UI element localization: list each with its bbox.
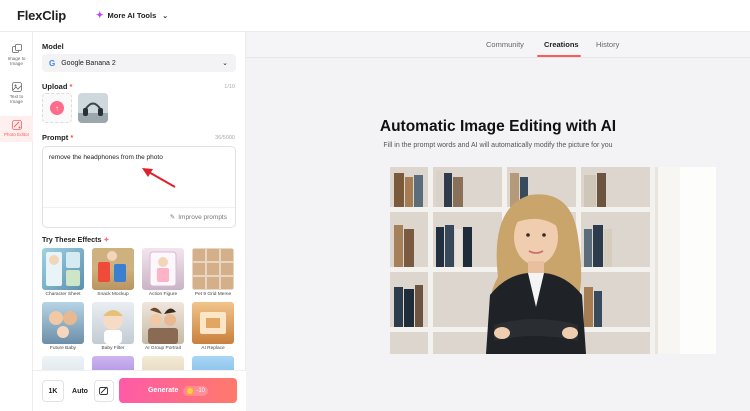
settings-panel: Model G Google Banana 2 ⌄ Upload * 1/10 … <box>33 32 246 411</box>
text-to-image-icon <box>11 82 22 92</box>
effect-image <box>42 302 84 344</box>
generate-button[interactable]: Generate -10 <box>119 378 237 403</box>
example-image <box>390 167 716 354</box>
prompt-textarea[interactable]: remove the headphones from the photo ✎ I… <box>42 146 236 228</box>
effect-card[interactable]: Pet 9 Grid Meme <box>192 248 234 297</box>
page-subtitle: Fill in the prompt words and AI will aut… <box>383 142 613 149</box>
rail-item-label-2: Image <box>10 61 23 67</box>
effect-card[interactable]: Snack Mockup <box>92 248 134 297</box>
tab-bar: Community Creations History <box>246 32 750 58</box>
improve-prompts-label: Improve prompts <box>178 213 227 221</box>
rail-item-photo-editor[interactable]: Photo Editor <box>0 116 33 142</box>
effect-image <box>92 302 134 344</box>
effect-image <box>92 248 134 290</box>
page-title: Automatic Image Editing with AI <box>379 118 617 135</box>
tab-history[interactable]: History <box>596 40 619 49</box>
woman-in-office-image <box>390 167 716 354</box>
flexclip-logo[interactable]: FlexClip <box>17 8 66 23</box>
magic-wand-icon: ✎ <box>169 214 176 221</box>
upload-label: Upload * <box>42 82 73 91</box>
effect-caption: AI Replace <box>201 346 225 351</box>
tab-creations[interactable]: Creations <box>544 40 579 49</box>
prompt-divider <box>43 207 235 208</box>
sparkle-icon: ✦ <box>95 10 104 20</box>
prompt-label: Prompt * <box>42 133 74 142</box>
effect-caption: Baby Filter <box>101 346 125 351</box>
more-ai-tools-label: More AI Tools <box>107 11 157 20</box>
effect-image <box>192 302 234 344</box>
more-ai-tools-menu[interactable]: ✦ More AI Tools ⌄ <box>96 10 168 21</box>
effect-card[interactable]: AI Group Portrait <box>142 302 184 351</box>
rail-item-image-to-image[interactable]: Image to Image <box>0 44 33 74</box>
ratio-button[interactable]: Auto <box>68 380 92 402</box>
effect-caption: Pet 9 Grid Meme <box>194 292 232 297</box>
credit-value: -10 <box>196 387 206 394</box>
effect-card[interactable]: Action Figure <box>142 248 184 297</box>
effect-caption: Future Baby <box>49 346 77 351</box>
active-tab-indicator <box>537 55 581 57</box>
sparkle-icon: ✦ <box>103 237 110 244</box>
upload-arrow-icon: ↑ <box>50 101 64 115</box>
tool-rail: Image to Image Text to Image Photo Edito… <box>0 32 33 411</box>
uploaded-image-thumbnail[interactable] <box>78 93 108 123</box>
chevron-down-icon: ⌄ <box>162 12 169 20</box>
google-icon: G <box>49 58 56 68</box>
effect-image <box>142 248 184 290</box>
generate-label: Generate <box>147 387 179 394</box>
effect-card[interactable]: Baby Filter <box>92 302 134 351</box>
upload-counter: 1/10 <box>224 84 235 90</box>
effect-caption: Snack Mockup <box>97 292 129 297</box>
resolution-button[interactable]: 1K <box>42 380 64 402</box>
model-select-value: Google Banana 2 <box>61 59 116 67</box>
image-settings-button[interactable] <box>94 380 114 402</box>
effect-card[interactable]: Character Sheet <box>42 248 84 297</box>
model-select[interactable]: G Google Banana 2 ⌄ <box>42 54 236 72</box>
tab-community[interactable]: Community <box>486 40 524 49</box>
rail-item-label: Photo Editor <box>3 132 30 137</box>
top-bar: FlexClip ✦ More AI Tools ⌄ <box>0 0 750 32</box>
upload-button[interactable]: ↑ <box>42 93 72 123</box>
effect-image <box>42 248 84 290</box>
main-area: Community Creations History Automatic Im… <box>246 32 750 411</box>
chevron-down-icon: ⌄ <box>222 60 228 67</box>
effects-title: Try These Effects ✦ <box>42 235 110 244</box>
effect-card[interactable]: Future Baby <box>42 302 84 351</box>
coin-icon <box>186 386 195 395</box>
effect-caption: AI Group Portrait <box>145 346 181 351</box>
generate-bar: 1K Auto Generate -10 <box>33 370 246 411</box>
rail-item-label-2: Image <box>10 99 23 105</box>
credit-cost: -10 <box>183 385 209 396</box>
effect-caption: Character Sheet <box>45 292 81 297</box>
effect-image <box>142 302 184 344</box>
headphones-image <box>78 93 108 123</box>
effect-card[interactable]: AI Replace <box>192 302 234 351</box>
rail-item-text-to-image[interactable]: Text to Image <box>0 82 33 112</box>
model-label: Model <box>42 42 64 51</box>
image-settings-icon <box>99 386 108 395</box>
prompt-text: remove the headphones from the photo <box>49 154 163 161</box>
red-arrow-annotation <box>142 168 176 188</box>
effect-image <box>192 248 234 290</box>
image-to-image-icon <box>11 44 22 53</box>
photo-editor-icon <box>11 120 22 130</box>
prompt-counter: 36/5000 <box>215 135 235 141</box>
improve-prompts-button[interactable]: ✎ Improve prompts <box>169 213 227 222</box>
effect-caption: Action Figure <box>148 292 178 297</box>
